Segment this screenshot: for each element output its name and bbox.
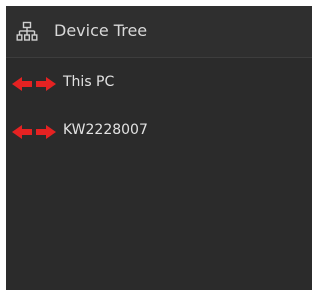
device-tree-panel: Device Tree This PC KW2228007 xyxy=(6,6,312,290)
connection-arrows-icon xyxy=(12,76,56,91)
tree-item-label: KW2228007 xyxy=(63,122,148,138)
tree-item-kw2228007[interactable]: KW2228007 xyxy=(6,118,312,144)
connection-arrows-icon xyxy=(12,124,56,139)
tree-item-label: This PC xyxy=(63,74,115,90)
panel-header: Device Tree xyxy=(6,6,312,58)
panel-title: Device Tree xyxy=(54,21,148,40)
device-tree-icon xyxy=(16,21,38,43)
tree-item-this-pc[interactable]: This PC xyxy=(6,70,312,96)
